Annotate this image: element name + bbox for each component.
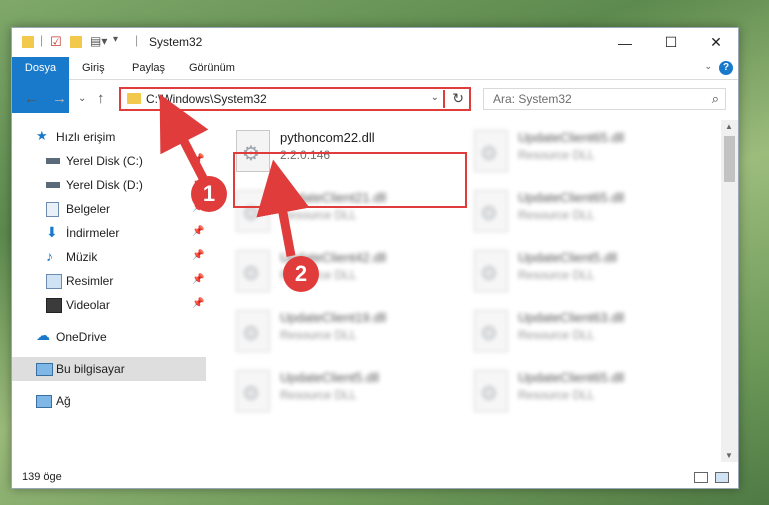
arrow-to-file <box>256 159 310 257</box>
step-2-badge: 2 <box>283 256 319 292</box>
arrow-to-address-bar <box>159 94 209 183</box>
step-1-badge: 1 <box>191 176 227 212</box>
annotation-arrows <box>159 94 310 257</box>
